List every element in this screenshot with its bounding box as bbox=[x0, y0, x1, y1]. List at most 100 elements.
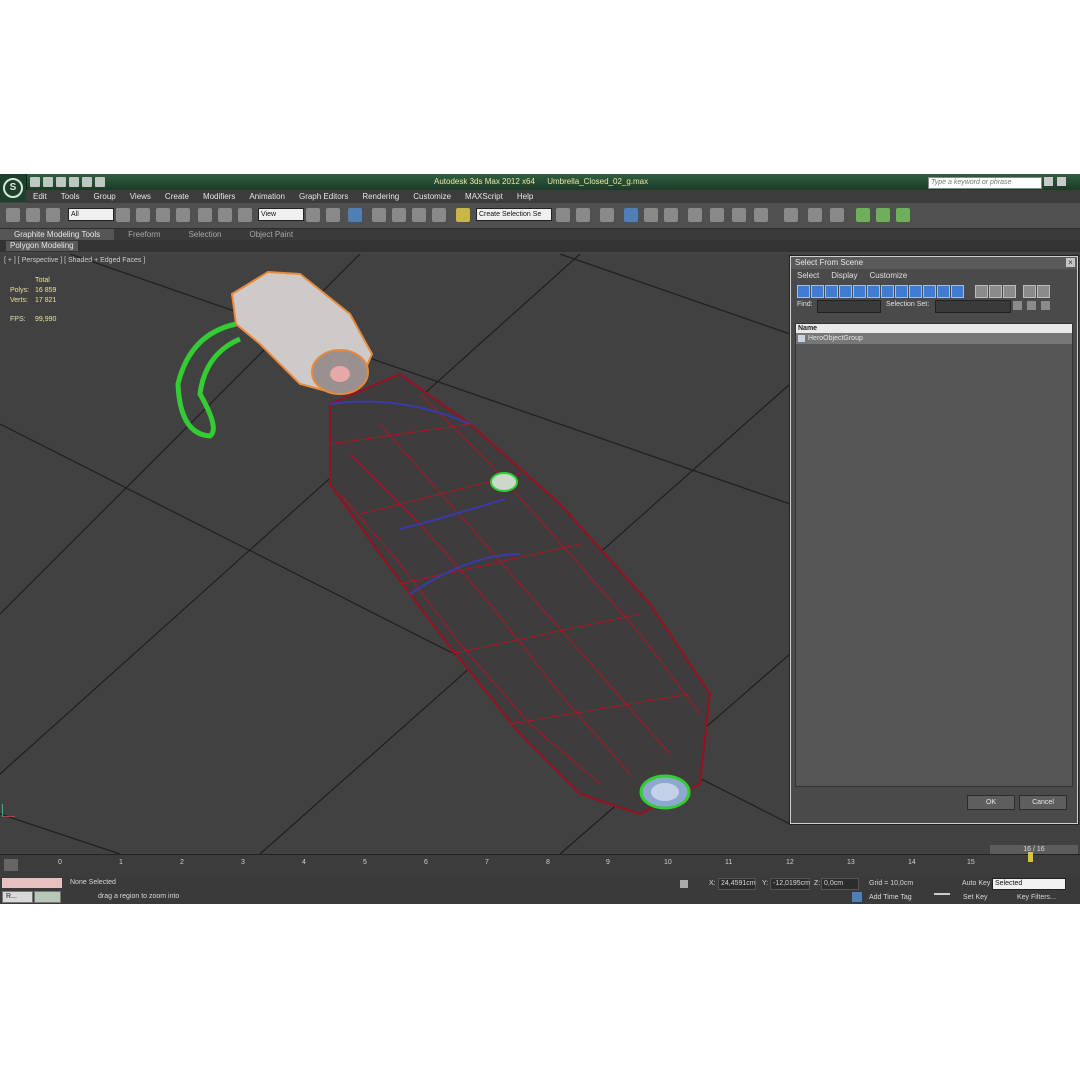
key-filters-button[interactable]: Key Filters... bbox=[1017, 894, 1056, 901]
polygon-modeling-panel[interactable]: Polygon Modeling bbox=[6, 241, 78, 251]
dialog-title-bar[interactable]: Select From Scene × bbox=[791, 257, 1077, 269]
tab-selection[interactable]: Selection bbox=[175, 229, 236, 240]
selection-filter-dropdown[interactable]: All bbox=[68, 208, 114, 221]
search-input[interactable]: Type a keyword or phrase bbox=[928, 177, 1042, 189]
open-file-icon[interactable] bbox=[43, 177, 53, 187]
project-folder-icon[interactable] bbox=[95, 177, 105, 187]
boxes-icon[interactable] bbox=[808, 208, 822, 222]
selection-set-dropdown[interactable] bbox=[935, 300, 1011, 313]
display-space-warps-icon[interactable] bbox=[867, 285, 880, 298]
display-containers-icon[interactable] bbox=[923, 285, 936, 298]
rotate-icon[interactable] bbox=[218, 208, 232, 222]
select-object-icon[interactable] bbox=[116, 208, 130, 222]
find-input[interactable] bbox=[817, 300, 881, 313]
spinner-snap-icon[interactable] bbox=[432, 208, 446, 222]
snaps-toggle-icon[interactable] bbox=[372, 208, 386, 222]
display-helpers-icon[interactable] bbox=[853, 285, 866, 298]
angle-snap-icon[interactable] bbox=[392, 208, 406, 222]
tab-object-paint[interactable]: Object Paint bbox=[236, 229, 308, 240]
taskbar-item[interactable]: R... bbox=[2, 891, 33, 903]
menu-help[interactable]: Help bbox=[510, 190, 540, 203]
timeline[interactable]: 16 / 16 0 1 2 3 4 5 6 7 8 9 10 11 12 13 … bbox=[0, 845, 1080, 878]
menu-animation[interactable]: Animation bbox=[242, 190, 292, 203]
render-production-icon[interactable] bbox=[754, 208, 768, 222]
unlink-icon[interactable] bbox=[26, 208, 40, 222]
plugin-c-icon[interactable] bbox=[896, 208, 910, 222]
display-frozen-icon[interactable] bbox=[937, 285, 950, 298]
display-shapes-icon[interactable] bbox=[811, 285, 824, 298]
app-menu-button[interactable]: S bbox=[0, 174, 27, 202]
move-icon[interactable] bbox=[198, 208, 212, 222]
menu-views[interactable]: Views bbox=[123, 190, 158, 203]
current-frame-marker[interactable] bbox=[1028, 852, 1033, 862]
dialog-menu-display[interactable]: Display bbox=[825, 269, 863, 283]
redo-icon[interactable] bbox=[82, 177, 92, 187]
plugin-a-icon[interactable] bbox=[856, 208, 870, 222]
display-groups-icon[interactable] bbox=[881, 285, 894, 298]
y-coord-field[interactable]: -12,0195cm bbox=[770, 878, 810, 890]
tab-freeform[interactable]: Freeform bbox=[114, 229, 174, 240]
menu-rendering[interactable]: Rendering bbox=[355, 190, 406, 203]
frame-ruler[interactable]: 0 1 2 3 4 5 6 7 8 9 10 11 12 13 14 15 bbox=[55, 859, 1035, 875]
display-all-icon[interactable] bbox=[975, 285, 988, 298]
time-slider[interactable]: 16 / 16 bbox=[990, 845, 1078, 854]
mirror-icon[interactable] bbox=[556, 208, 570, 222]
curve-editor-icon[interactable] bbox=[644, 208, 658, 222]
save-icon[interactable] bbox=[56, 177, 66, 187]
display-geometry-icon[interactable] bbox=[797, 285, 810, 298]
display-none-icon[interactable] bbox=[989, 285, 1002, 298]
star-icon[interactable] bbox=[1057, 177, 1066, 186]
display-hidden-icon[interactable] bbox=[951, 285, 964, 298]
set-key-button[interactable]: Set Key bbox=[963, 894, 988, 901]
key-icon[interactable] bbox=[934, 885, 950, 895]
new-file-icon[interactable] bbox=[30, 177, 40, 187]
x-coord-field[interactable]: 24,4591cm bbox=[718, 878, 756, 890]
dialog-menu-customize[interactable]: Customize bbox=[863, 269, 913, 283]
mini-curve-editor-icon[interactable] bbox=[4, 859, 18, 871]
menu-group[interactable]: Group bbox=[86, 190, 122, 203]
plugin-b-icon[interactable] bbox=[876, 208, 890, 222]
keyboard-shortcut-override-icon[interactable] bbox=[348, 208, 362, 222]
rendered-frame-window-icon[interactable] bbox=[732, 208, 746, 222]
scene-explorer-icon[interactable] bbox=[784, 208, 798, 222]
time-tag-icon[interactable] bbox=[852, 892, 862, 902]
maxscript-mini-listener[interactable] bbox=[2, 878, 62, 888]
menu-edit[interactable]: Edit bbox=[26, 190, 54, 203]
scene-object-list[interactable]: Name HeroObjectGroup bbox=[795, 323, 1073, 787]
display-lights-icon[interactable] bbox=[825, 285, 838, 298]
maxscript-listener-button[interactable] bbox=[34, 891, 61, 903]
layer-manager-icon[interactable] bbox=[600, 208, 614, 222]
pivot-center-icon[interactable] bbox=[306, 208, 320, 222]
invert-display-icon[interactable] bbox=[1003, 285, 1016, 298]
close-icon[interactable]: × bbox=[1066, 258, 1075, 267]
tab-graphite-modeling-tools[interactable]: Graphite Modeling Tools bbox=[0, 229, 115, 240]
binoculars-icon[interactable] bbox=[1044, 177, 1053, 186]
cancel-button[interactable]: Cancel bbox=[1019, 795, 1067, 810]
undo-icon[interactable] bbox=[69, 177, 79, 187]
selection-lock-icon[interactable] bbox=[680, 880, 688, 888]
select-invert-icon[interactable] bbox=[1041, 301, 1050, 310]
auto-key-button[interactable]: Auto Key bbox=[962, 880, 990, 887]
menu-modifiers[interactable]: Modifiers bbox=[196, 190, 242, 203]
select-all-icon[interactable] bbox=[1013, 301, 1022, 310]
menu-customize[interactable]: Customize bbox=[406, 190, 458, 203]
display-xrefs-icon[interactable] bbox=[895, 285, 908, 298]
menu-maxscript[interactable]: MAXScript bbox=[458, 190, 510, 203]
edit-named-selection-icon[interactable] bbox=[456, 208, 470, 222]
sync-selection-icon[interactable] bbox=[1037, 285, 1050, 298]
menu-tools[interactable]: Tools bbox=[54, 190, 87, 203]
scale-icon[interactable] bbox=[238, 208, 252, 222]
filter-icon[interactable] bbox=[1023, 285, 1036, 298]
dialog-menu-select[interactable]: Select bbox=[791, 269, 825, 283]
select-by-name-icon[interactable] bbox=[136, 208, 150, 222]
name-column-header[interactable]: Name bbox=[796, 324, 1072, 333]
add-time-tag-button[interactable]: Add Time Tag bbox=[869, 894, 912, 901]
schematic-view-icon[interactable] bbox=[664, 208, 678, 222]
align-icon[interactable] bbox=[576, 208, 590, 222]
select-none-icon[interactable] bbox=[1027, 301, 1036, 310]
select-manipulate-icon[interactable] bbox=[326, 208, 340, 222]
menu-create[interactable]: Create bbox=[158, 190, 196, 203]
list-item[interactable]: HeroObjectGroup bbox=[796, 333, 1072, 344]
percent-snap-icon[interactable] bbox=[412, 208, 426, 222]
select-and-link-icon[interactable] bbox=[6, 208, 20, 222]
